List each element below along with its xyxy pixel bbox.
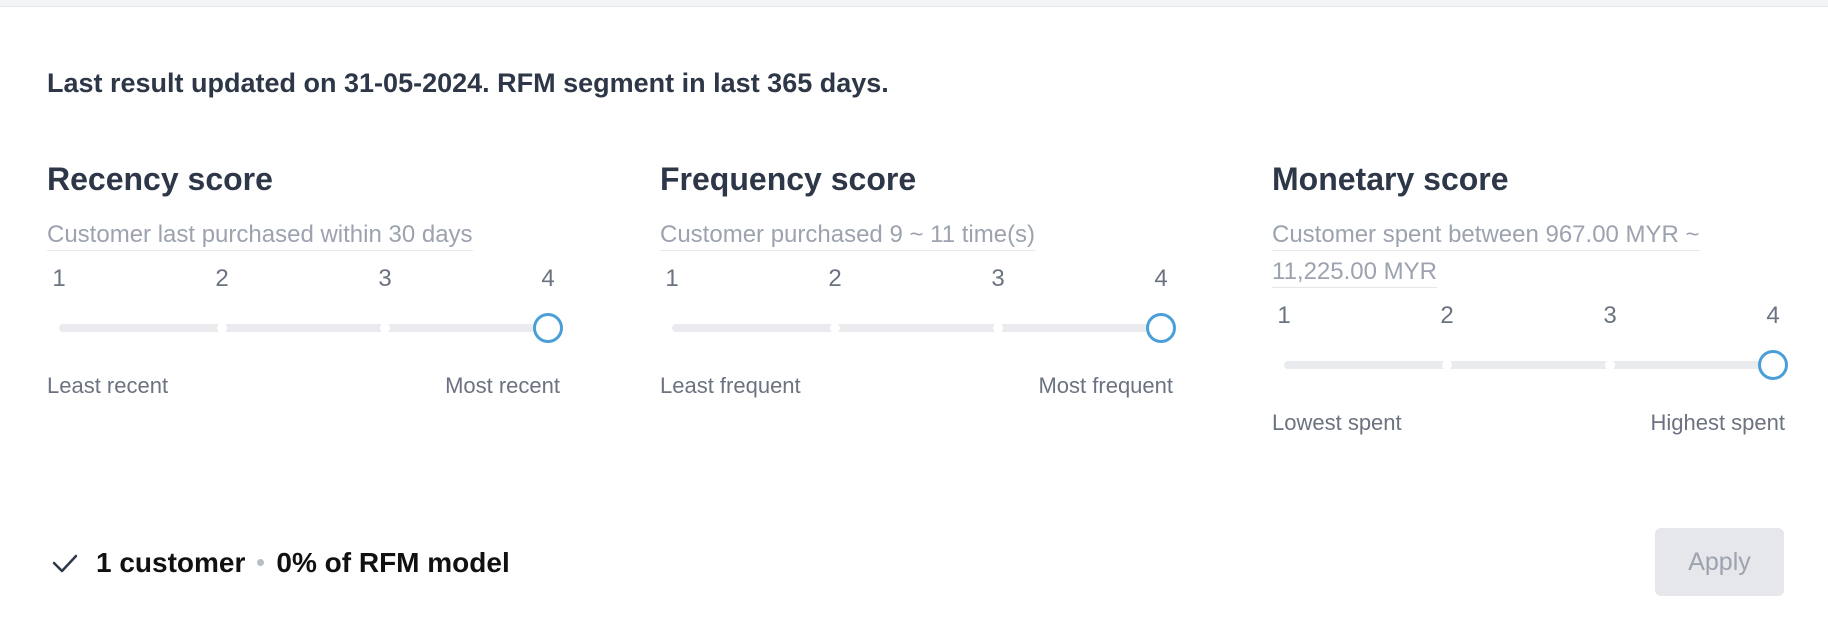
result-headline: Last result updated on 31-05-2024. RFM s… — [47, 68, 889, 98]
slider-tick-label[interactable]: 2 — [815, 265, 855, 293]
recency-score-title: Recency score — [47, 161, 273, 197]
monetary-score-title: Monetary score — [1272, 161, 1509, 197]
frequency-score-section: Frequency score Customer purchased 9 ~ 1… — [660, 159, 1176, 398]
slider-step-dot[interactable] — [993, 323, 1003, 333]
recency-score-description: Customer last purchased within 30 days — [47, 216, 560, 253]
check-icon — [52, 554, 78, 573]
slider-tick-label[interactable]: 4 — [1141, 265, 1181, 293]
slider-track[interactable] — [59, 324, 548, 332]
monetary-score-section: Monetary score Customer spent between 96… — [1272, 159, 1788, 435]
slider-min-label: Least recent — [47, 373, 169, 398]
slider-track[interactable] — [1284, 361, 1773, 369]
slider-step-dot[interactable] — [217, 323, 227, 333]
monetary-score-slider[interactable]: 1 2 3 4 Lowest spent Highest spent — [1272, 302, 1788, 435]
frequency-score-description: Customer purchased 9 ~ 11 time(s) — [660, 216, 1173, 253]
rfm-share: 0% of RFM model — [276, 547, 510, 578]
slider-handle[interactable] — [1146, 313, 1176, 343]
recency-score-slider[interactable]: 1 2 3 4 Least recent Most recent — [47, 265, 563, 398]
slider-track[interactable] — [672, 324, 1161, 332]
slider-tick-label[interactable]: 3 — [1590, 302, 1630, 330]
frequency-score-slider[interactable]: 1 2 3 4 Least frequent Most frequent — [660, 265, 1176, 398]
slider-max-label: Most recent — [445, 373, 560, 398]
slider-tick-label[interactable]: 4 — [528, 265, 568, 293]
separator-dot — [257, 559, 265, 567]
frequency-score-title: Frequency score — [660, 161, 917, 197]
slider-tick-label[interactable]: 4 — [1753, 302, 1793, 330]
slider-handle[interactable] — [1758, 350, 1788, 380]
slider-tick-label[interactable]: 3 — [365, 265, 405, 293]
slider-step-dot[interactable] — [830, 323, 840, 333]
monetary-score-description: Customer spent between 967.00 MYR ~ 11,2… — [1272, 216, 1742, 290]
slider-min-label: Least frequent — [660, 373, 801, 398]
slider-step-dot[interactable] — [380, 323, 390, 333]
rfm-panel: Last result updated on 31-05-2024. RFM s… — [0, 6, 1828, 638]
slider-tick-label[interactable]: 1 — [1264, 302, 1304, 330]
segment-summary: 1 customer 0% of RFM model — [96, 547, 510, 579]
slider-step-dot[interactable] — [1442, 360, 1452, 370]
apply-button[interactable]: Apply — [1655, 528, 1784, 596]
slider-tick-label[interactable]: 2 — [1427, 302, 1467, 330]
slider-tick-label[interactable]: 1 — [39, 265, 79, 293]
slider-handle[interactable] — [533, 313, 563, 343]
slider-tick-label[interactable]: 2 — [202, 265, 242, 293]
slider-min-label: Lowest spent — [1272, 410, 1402, 435]
recency-score-section: Recency score Customer last purchased wi… — [47, 159, 563, 398]
slider-tick-label[interactable]: 3 — [978, 265, 1018, 293]
customer-count: 1 customer — [96, 547, 246, 578]
slider-max-label: Most frequent — [1038, 373, 1173, 398]
slider-step-dot[interactable] — [1605, 360, 1615, 370]
slider-max-label: Highest spent — [1650, 410, 1785, 435]
slider-tick-label[interactable]: 1 — [652, 265, 692, 293]
